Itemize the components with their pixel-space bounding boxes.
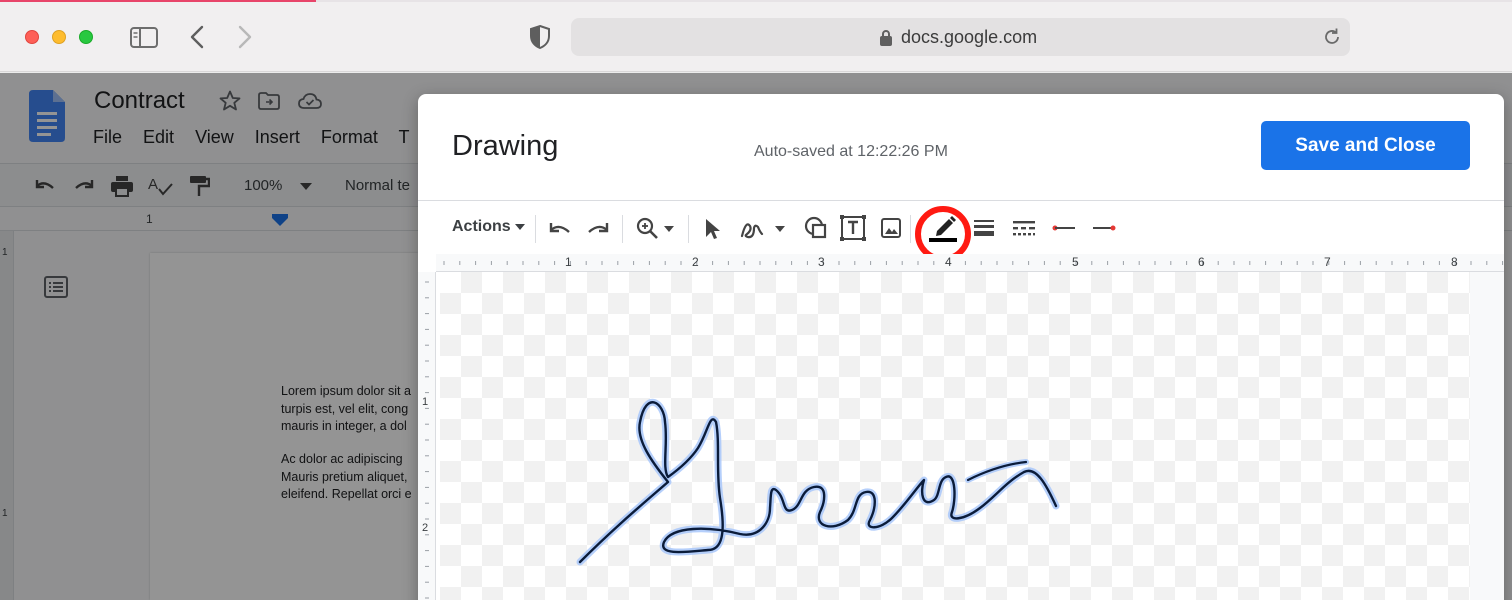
ruler-number: 5 [1072,255,1079,269]
shield-icon[interactable] [529,24,551,50]
redo-icon[interactable] [586,221,610,237]
toolbar-divider [535,215,536,243]
canvas-scroll-area[interactable] [1470,272,1504,600]
ruler-number: 3 [818,255,825,269]
image-icon[interactable] [881,218,901,238]
actions-menu[interactable]: Actions [452,218,526,236]
toolbar-divider [910,215,911,243]
address-bar[interactable]: docs.google.com [571,18,1350,56]
line-end-icon[interactable] [1092,223,1116,233]
text-box-icon[interactable] [840,215,866,241]
vruler-number: 2 [422,522,429,534]
dialog-title: Drawing [452,130,559,162]
signature-scribble[interactable] [440,272,1470,600]
undo-icon[interactable] [548,221,572,237]
line-dash-icon[interactable] [1013,219,1035,237]
chevron-down-icon[interactable] [664,226,674,232]
ruler-number: 1 [565,255,572,269]
sidebar-icon[interactable] [130,27,158,49]
vruler-number: 1 [422,396,429,408]
line-weight-icon[interactable] [974,219,994,237]
minimize-window-button[interactable] [52,30,66,44]
ruler-number: 4 [945,255,952,269]
shape-icon[interactable] [804,216,828,240]
actions-label: Actions [452,218,511,235]
drawing-toolbar: Actions [418,200,1504,262]
autosave-status: Auto-saved at 12:22:26 PM [754,143,948,160]
vertical-ruler[interactable]: 1 2 [418,272,436,600]
back-icon[interactable] [188,25,206,49]
ruler-number: 7 [1324,255,1331,269]
drawing-dialog: Drawing Auto-saved at 12:22:26 PM Save a… [418,94,1504,600]
toolbar-divider [622,215,623,243]
scribble-line-icon[interactable] [740,218,764,240]
ruler-ticks [443,261,1504,265]
horizontal-ruler[interactable]: 1 2 3 4 5 6 7 8 [436,254,1504,272]
ruler-number: 6 [1198,255,1205,269]
select-cursor-icon[interactable] [704,218,720,240]
zoom-icon[interactable] [636,217,660,241]
browser-toolbar: docs.google.com [0,2,1512,72]
url-text: docs.google.com [901,27,1038,47]
forward-icon[interactable] [236,25,254,49]
close-window-button[interactable] [25,30,39,44]
lock-icon [880,30,892,46]
chevron-down-icon [515,223,526,230]
drawing-canvas[interactable] [440,272,1470,600]
toolbar-divider [688,215,689,243]
maximize-window-button[interactable] [79,30,93,44]
ruler-ticks [425,281,429,599]
ruler-number: 8 [1451,255,1458,269]
line-start-icon[interactable] [1052,223,1076,233]
ruler-number: 2 [692,255,699,269]
chevron-down-icon[interactable] [775,226,785,232]
reload-icon[interactable] [1322,27,1342,47]
save-and-close-button[interactable]: Save and Close [1261,121,1470,170]
